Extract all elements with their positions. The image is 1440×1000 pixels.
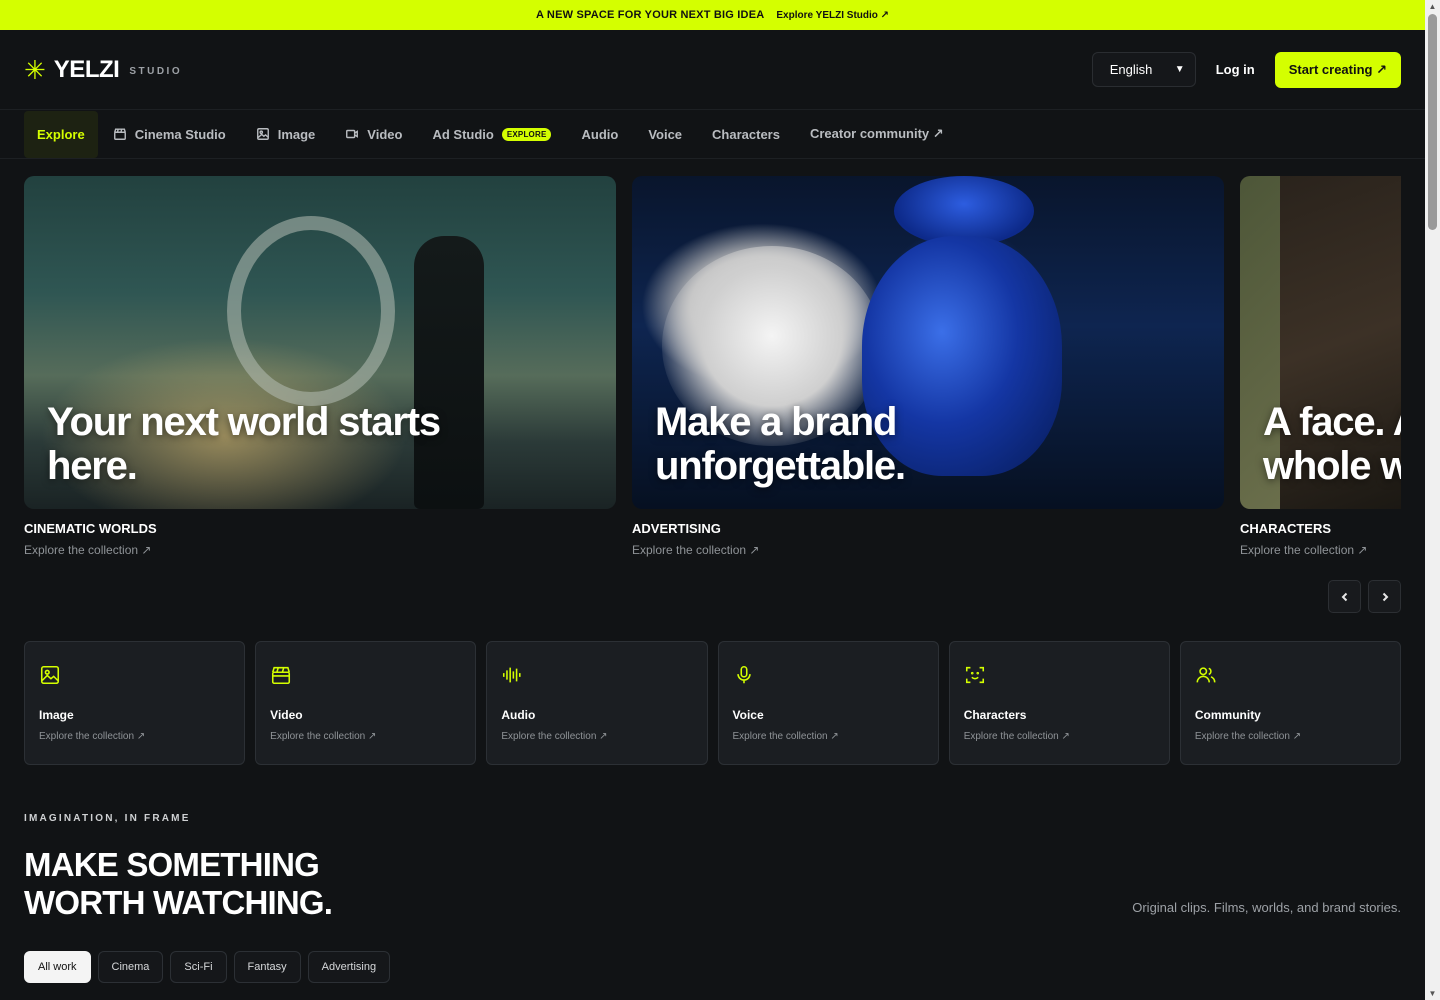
clapperboard-icon [272,666,291,685]
portal-ring [227,216,395,406]
carousel-controls [1328,580,1401,613]
nav-label: Characters [712,126,780,142]
slide-label: CINEMATIC WORLDS [24,521,157,536]
language-select[interactable]: English ▼ [1091,52,1196,87]
filter-chips: All work Cinema Sci-Fi Fantasy Advertisi… [24,951,391,983]
banner-link[interactable]: Explore YELZI Studio ↗ [776,10,889,21]
category-card-video[interactable]: Video Explore the collection ↗ [255,641,477,765]
banner-text: A NEW SPACE FOR YOUR NEXT BIG IDEA [535,9,765,21]
main-nav: Explore Cinema Studio Image Video Ad Stu… [0,110,1425,159]
nav-audio[interactable]: Audio [566,111,633,158]
category-title: Characters [963,708,1027,722]
explore-badge: EXPLORE [501,127,552,141]
filter-all-work[interactable]: All work [24,951,91,983]
filter-sci-fi[interactable]: Sci-Fi [170,951,227,983]
nav-image[interactable]: Image [241,111,331,158]
category-title: Image [39,708,74,722]
category-card-community[interactable]: Community Explore the collection ↗ [1179,641,1402,765]
nav-label: Audio [581,126,619,142]
category-link[interactable]: Explore the collection ↗ [39,731,145,742]
nav-label: Ad Studio [432,126,494,142]
announcement-banner: A NEW SPACE FOR YOUR NEXT BIG IDEA Explo… [0,0,1425,30]
start-creating-button[interactable]: Start creating ↗ [1274,51,1401,88]
slide-image: Make a brand unforgettable. [632,176,1224,509]
nav-label: Creator community ↗ [809,126,944,141]
slide-link[interactable]: Explore the collection ↗ [632,543,1224,557]
slide-image: A face. A whole world. [1240,176,1401,509]
section-eyebrow: IMAGINATION, IN FRAME [24,813,191,824]
nav-voice[interactable]: Voice [633,111,697,158]
carousel-slide[interactable]: Your next world starts here. CINEMATIC W… [24,176,616,557]
slide-title: Your next world starts here. [47,400,441,488]
category-card-image[interactable]: Image Explore the collection ↗ [24,641,246,765]
slide-label: ADVERTISING [632,521,721,536]
nav-characters[interactable]: Characters [697,111,795,158]
nav-cinema-studio[interactable]: Cinema Studio [98,111,241,158]
logo-subtitle: STUDIO [129,66,183,77]
video-icon [346,129,359,139]
category-title: Video [270,708,303,722]
category-card-audio[interactable]: Audio Explore the collection ↗ [486,641,708,765]
section-title: MAKE SOMETHING WORTH WATCHING. [24,846,333,921]
slide-link[interactable]: Explore the collection ↗ [1240,543,1401,557]
carousel-slide[interactable]: A face. A whole world. CHARACTERS Explor… [1240,176,1401,557]
scrollbar-thumb[interactable] [1428,14,1437,230]
nav-label: Cinema Studio [134,126,226,142]
nav-label: Explore [37,126,85,142]
language-value: English [1109,62,1153,77]
filter-fantasy[interactable]: Fantasy [233,951,301,983]
chevron-left-icon [1341,592,1347,601]
users-icon [1196,667,1216,683]
category-link[interactable]: Explore the collection ↗ [501,731,607,742]
carousel-prev-button[interactable] [1328,580,1361,613]
slide-link[interactable]: Explore the collection ↗ [24,543,616,557]
page-scrollbar[interactable]: ▲ ▼ [1425,0,1440,1000]
image-icon [40,665,60,685]
category-title: Community [1194,708,1261,722]
nav-label: Voice [648,126,683,142]
category-cards: Image Explore the collection ↗ Video Exp… [24,641,1402,765]
chevron-down-icon: ▼ [1174,64,1185,75]
category-title: Audio [501,708,536,722]
face-scan-icon [965,666,984,684]
slide-image: Your next world starts here. [24,176,616,509]
category-link[interactable]: Explore the collection ↗ [733,731,839,742]
category-card-voice[interactable]: Voice Explore the collection ↗ [717,641,939,765]
image-icon [256,128,269,140]
nav-label: Video [367,126,403,142]
nav-explore[interactable]: Explore [24,110,98,158]
category-card-characters[interactable]: Characters Explore the collection ↗ [948,641,1170,765]
category-link[interactable]: Explore the collection ↗ [1195,731,1301,742]
section-description: Original clips. Films, worlds, and brand… [1132,900,1401,915]
slide-title: Make a brand unforgettable. [655,400,906,488]
filter-cinema[interactable]: Cinema [97,951,164,983]
scroll-down-icon[interactable]: ▼ [1428,989,1437,998]
site-header: ✳ YELZI STUDIO English ▼ Log in Start cr… [0,30,1425,110]
slide-label: CHARACTERS [1240,521,1331,536]
scroll-up-icon[interactable]: ▲ [1428,2,1437,11]
microphone-icon [736,665,751,684]
filter-advertising[interactable]: Advertising [307,951,391,983]
nav-label: Image [277,126,316,142]
asterisk-logo-icon: ✳ [24,54,46,85]
nav-creator-community[interactable]: Creator community ↗ [795,111,959,158]
category-title: Voice [732,708,764,722]
category-link[interactable]: Explore the collection ↗ [270,731,376,742]
slide-title: A face. A whole world. [1263,400,1401,488]
carousel-next-button[interactable] [1368,580,1401,613]
nav-video[interactable]: Video [330,111,417,158]
hero-carousel: Your next world starts here. CINEMATIC W… [24,176,1401,566]
carousel-slide[interactable]: Make a brand unforgettable. ADVERTISING … [632,176,1224,557]
logo[interactable]: ✳ YELZI STUDIO [24,56,182,84]
nav-ad-studio[interactable]: Ad Studio EXPLORE [417,111,566,158]
category-link[interactable]: Explore the collection ↗ [964,731,1070,742]
login-link[interactable]: Log in [1216,62,1255,77]
logo-name: YELZI [53,55,120,83]
chevron-right-icon [1382,592,1388,601]
waveform-icon [503,667,521,683]
clapperboard-icon [113,128,126,140]
